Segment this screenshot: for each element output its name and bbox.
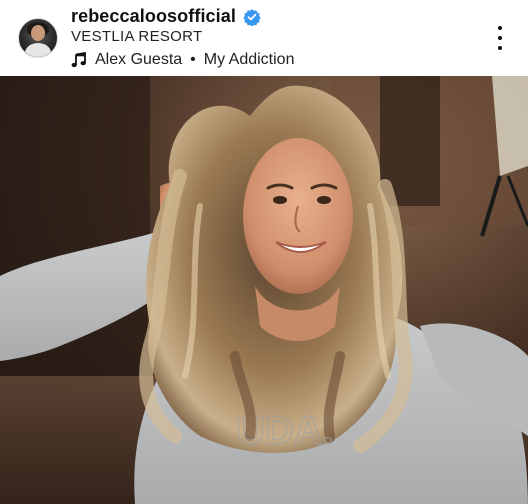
username-row: rebeccaloosofficial (71, 6, 261, 27)
music-artist: Alex Guesta (95, 51, 183, 68)
more-dot (498, 46, 502, 50)
more-dot (498, 26, 502, 30)
instagram-post: rebeccaloosofficial VESTLIA RESORT Alex … (0, 0, 528, 504)
svg-text:UDA.: UDA. (236, 409, 334, 453)
profile-avatar[interactable] (18, 18, 58, 58)
music-separator: • (190, 51, 196, 68)
photo-illustration: UDA. (0, 76, 528, 504)
music-track: My Addiction (203, 51, 295, 68)
username-link[interactable]: rebeccaloosofficial (71, 6, 236, 27)
location-link[interactable]: VESTLIA RESORT (71, 28, 202, 45)
avatar-body (25, 43, 51, 57)
more-options-icon[interactable] (490, 26, 510, 50)
music-link[interactable]: Alex Guesta • My Addiction (71, 51, 294, 69)
post-header: rebeccaloosofficial VESTLIA RESORT Alex … (0, 0, 528, 76)
post-photo[interactable]: UDA. (0, 76, 528, 504)
music-note-icon (71, 51, 87, 68)
avatar-face (31, 25, 45, 41)
verified-badge-icon (243, 8, 261, 27)
more-dot (498, 36, 502, 40)
